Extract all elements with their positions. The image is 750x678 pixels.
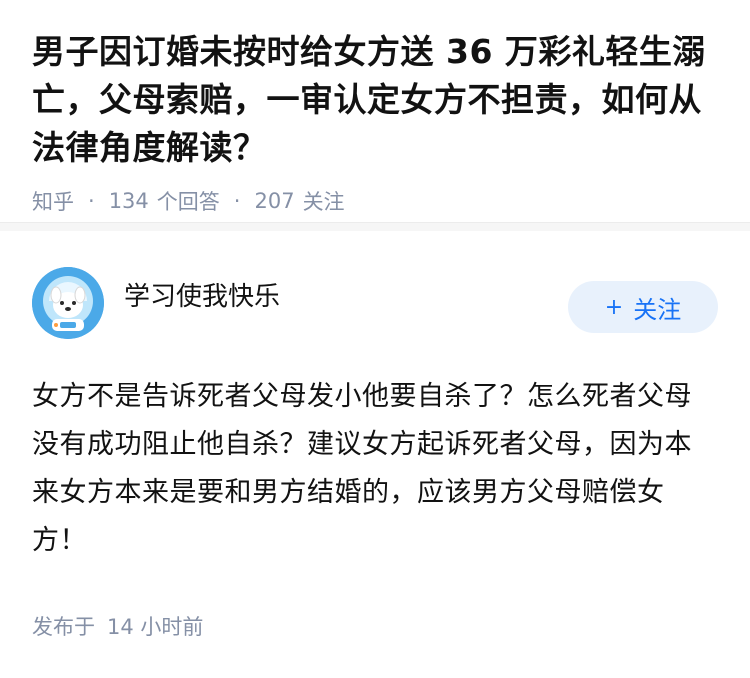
astronaut-dog-avatar-icon: [32, 267, 104, 339]
published-time: 14 小时前: [107, 615, 204, 639]
follow-count-label[interactable]: 关注: [303, 186, 345, 216]
author-row: 学习使我快乐 + 关注: [32, 255, 718, 351]
question-meta: 知乎 · 134 个回答 · 207 关注: [32, 186, 718, 216]
answer-count: 134: [108, 189, 149, 213]
plus-icon: +: [604, 294, 624, 320]
follow-button-label: 关注: [633, 295, 682, 324]
answer-count-label[interactable]: 个回答: [157, 186, 220, 216]
answer-content[interactable]: 女方不是告诉死者父母发小他要自杀了？怎么死者父母没有成功阻止他自杀？建议女方起诉…: [32, 373, 718, 565]
follow-count: 207: [254, 189, 295, 213]
author-name[interactable]: 学习使我快乐: [124, 276, 568, 313]
meta-separator-dot: ·: [88, 189, 95, 213]
question-title[interactable]: 男子因订婚未按时给女方送 36 万彩礼轻生溺亡，父母索赔，一审认定女方不担责，如…: [32, 28, 718, 172]
author-avatar[interactable]: [32, 267, 104, 339]
answer-publish-time: 发布于 14 小时前: [32, 611, 718, 641]
answer-card: 学习使我快乐 + 关注 女方不是告诉死者父母发小他要自杀了？怎么死者父母没有成功…: [0, 231, 750, 641]
section-divider: [0, 222, 750, 231]
question-header: 男子因订婚未按时给女方送 36 万彩礼轻生溺亡，父母索赔，一审认定女方不担责，如…: [0, 0, 750, 222]
follow-button[interactable]: + 关注: [568, 281, 718, 333]
source-label[interactable]: 知乎: [32, 186, 74, 216]
meta-separator-dot: ·: [233, 189, 241, 213]
published-label: 发布于: [32, 615, 95, 639]
